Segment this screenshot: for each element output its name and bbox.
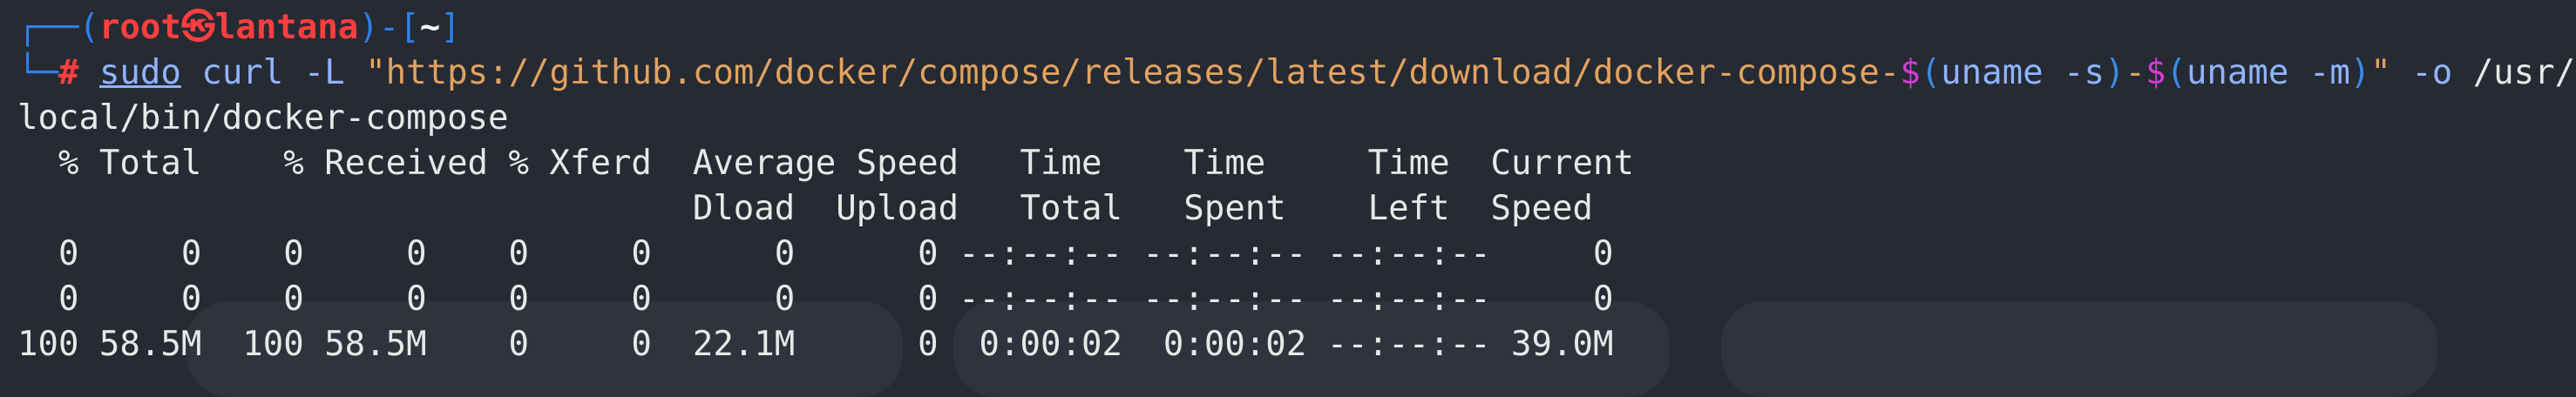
- curl-progress-row: 100 58.5M 100 58.5M 0 0 22.1M 0 0:00:02 …: [17, 325, 1614, 364]
- prompt-line: ┌──(root㉿lantana)-[~]: [17, 5, 461, 50]
- command-url-quote-end: ": [2370, 53, 2391, 92]
- prompt-bracket-close: ]: [440, 8, 461, 47]
- command-curl: curl: [201, 53, 284, 92]
- command-uname-s: uname -s: [1941, 53, 2105, 92]
- background-ghost-shape: [1721, 301, 2437, 397]
- command-uname-m: uname -m: [2186, 53, 2350, 92]
- curl-progress-header: % Total % Received % Xferd Average Speed…: [17, 144, 1634, 183]
- prompt-hash: #: [58, 53, 79, 92]
- prompt-user: root: [98, 8, 181, 47]
- prompt-at-symbol: ㉿: [180, 8, 215, 47]
- command-subshell-dollar: $: [1900, 53, 1921, 92]
- command-line[interactable]: └─# sudo curl -L "https://github.com/doc…: [17, 50, 2575, 96]
- command-url-dash: -: [2125, 53, 2146, 92]
- command-paren-open: (: [1920, 53, 1942, 92]
- command-output-path: /usr/: [2472, 53, 2576, 92]
- curl-progress-row: 0 0 0 0 0 0 0 0 --:--:-- --:--:-- --:--:…: [17, 234, 1614, 273]
- command-output-path-continued: local/bin/docker-compose: [17, 98, 509, 138]
- command-paren-close: ): [2349, 53, 2371, 92]
- curl-progress-row: 0 0 0 0 0 0 0 0 --:--:-- --:--:-- --:--:…: [17, 279, 1614, 319]
- command-flag-l: -L: [303, 53, 345, 92]
- prompt-host: lantana: [214, 8, 359, 47]
- command-url: "https://github.com/docker/compose/relea…: [365, 53, 1901, 92]
- command-paren-open: (: [2166, 53, 2186, 92]
- prompt-box-open: ┌──(: [17, 8, 99, 47]
- command-subshell-dollar: $: [2145, 53, 2166, 92]
- prompt-box-close: )-[: [358, 8, 420, 47]
- prompt-cwd: ~: [419, 8, 441, 47]
- terminal-window[interactable]: ┌──(root㉿lantana)-[~] └─# sudo curl -L "…: [0, 0, 2576, 397]
- curl-progress-subheader: Dload Upload Total Spent Left Speed: [17, 189, 1593, 228]
- prompt-corner: └─: [17, 53, 58, 92]
- command-flag-o: -o: [2411, 53, 2453, 92]
- command-sudo: sudo: [98, 53, 181, 92]
- command-paren-close: ): [2105, 53, 2125, 92]
